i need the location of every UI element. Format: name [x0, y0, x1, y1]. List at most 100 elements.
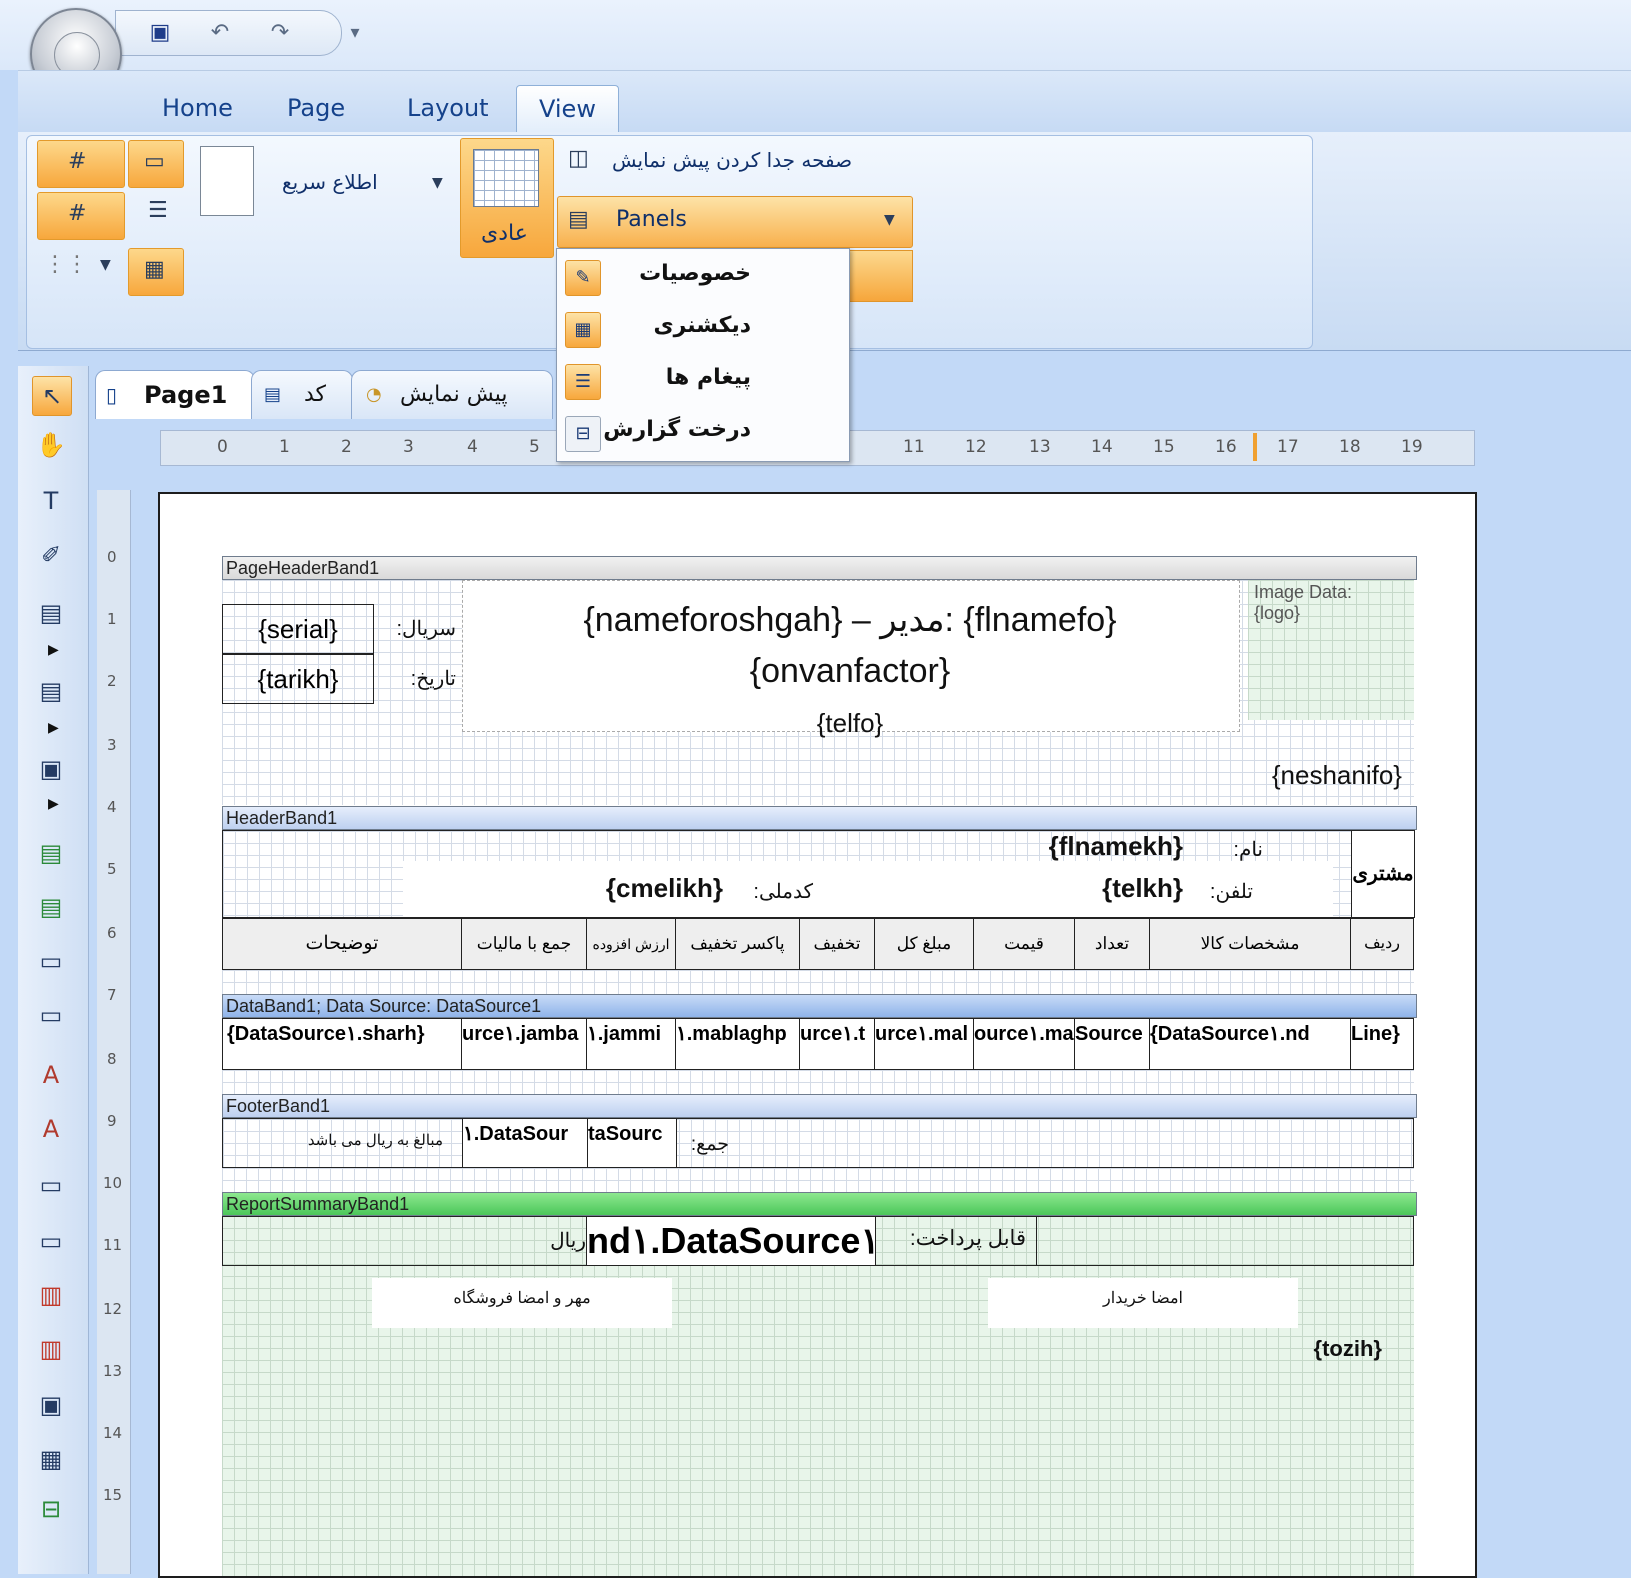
expand-arrow-icon[interactable]: ▶ [48, 796, 59, 812]
tab-home[interactable]: Home [148, 85, 247, 131]
data-cell[interactable]: Line} [1350, 1018, 1414, 1070]
menu-item-messages[interactable]: ☰ پیغام ها [557, 355, 847, 407]
sum-label[interactable]: جمع: [677, 1133, 729, 1156]
data-cell[interactable]: urce١.mal [874, 1018, 974, 1070]
tab-layout[interactable]: Layout [393, 85, 503, 131]
band-tool-icon[interactable]: ▤ [32, 594, 70, 632]
tab-page1[interactable]: ▯ Page1 [95, 370, 255, 419]
customer-national-label[interactable]: کدملی: [723, 879, 813, 904]
payable-value[interactable]: nd١.DataSource١ [586, 1216, 876, 1266]
tab-view[interactable]: View [516, 85, 619, 132]
band-header-data[interactable]: DataBand1; Data Source: DataSource1 [222, 994, 1417, 1018]
panel-icon[interactable]: ▭ [32, 1166, 70, 1204]
column-header[interactable]: قیمت [973, 918, 1075, 970]
data-cell[interactable]: ١.jammi [586, 1018, 676, 1070]
summary-area[interactable]: ریال nd١.DataSource١ قابل پرداخت: مهر و … [222, 1216, 1414, 1576]
column-header[interactable]: مشخصات کالا [1149, 918, 1351, 970]
data-cell[interactable]: ١.mablaghp [675, 1018, 800, 1070]
tree-icon[interactable]: ⊟ [32, 1490, 70, 1528]
dotted-grid-icon[interactable]: ⋮⋮ [44, 254, 88, 276]
quick-info-icon[interactable] [200, 146, 254, 216]
page-band-icon[interactable]: ▭ [32, 942, 70, 980]
pan-tool-icon[interactable]: ✋ [32, 426, 70, 464]
payable-label[interactable]: قابل پرداخت: [876, 1226, 1026, 1251]
data-cell[interactable]: {DataSource١.nd [1149, 1018, 1351, 1070]
store-title[interactable]: {nameforoshgah} – مدیر: {flnamefo} [462, 600, 1238, 640]
group-footer-icon[interactable]: ▥ [32, 1330, 70, 1368]
quick-info-label[interactable]: اطلاع سریع [282, 170, 378, 194]
data-cell[interactable]: urce١.jamba [461, 1018, 587, 1070]
band-header-footer[interactable]: FooterBand1 [222, 1094, 1417, 1118]
logo-image[interactable]: Image Data: {logo} [1248, 580, 1414, 720]
customer-label[interactable]: مشتری [1351, 830, 1415, 918]
expand-arrow-icon[interactable]: ▶ [48, 642, 59, 658]
serial-label[interactable]: سریال: [374, 616, 456, 641]
date-field[interactable]: {tarikh} [222, 654, 374, 704]
undo-icon[interactable]: ↶ [206, 19, 234, 47]
tab-code[interactable]: ▤ کد [251, 370, 353, 419]
page-number-button[interactable]: ▦ [128, 248, 184, 296]
cross-band-tool-icon[interactable]: ▤ [32, 672, 70, 710]
menu-item-report-tree[interactable]: ⊟ درخت گزارش [557, 407, 847, 459]
menu-item-dictionary[interactable]: ▦ دیکشنری [557, 303, 847, 355]
save-icon[interactable]: ▣ [146, 19, 174, 47]
components-tool-icon[interactable]: ▣ [32, 750, 70, 788]
customize-qat-icon[interactable]: ▾ [341, 19, 369, 47]
rich-text-icon[interactable]: A [32, 1110, 70, 1148]
format-painter-icon[interactable]: ✐ [32, 536, 70, 574]
dropdown-arrow-icon[interactable]: ▼ [100, 258, 111, 272]
currency-label[interactable]: ریال [522, 1228, 586, 1253]
order-icon[interactable]: ☰ [148, 200, 168, 222]
column-header[interactable]: تعداد [1074, 918, 1150, 970]
column-header[interactable]: جمع با مالیات [461, 918, 587, 970]
menu-item-properties[interactable]: ✎ خصوصیات [557, 251, 847, 303]
header-band-icon[interactable]: ▤ [32, 834, 70, 872]
container-icon[interactable]: ▭ [32, 1222, 70, 1260]
align-to-grid-button[interactable]: # [37, 192, 125, 240]
tab-page[interactable]: Page [273, 85, 359, 131]
column-header[interactable]: مبلغ کل [874, 918, 974, 970]
serial-field[interactable]: {serial} [222, 604, 374, 654]
data-cell[interactable]: Source [1074, 1018, 1150, 1070]
expand-arrow-icon[interactable]: ▶ [48, 720, 59, 736]
show-headers-button[interactable]: ▭ [128, 140, 184, 188]
sum-field[interactable]: ١.DataSour [462, 1118, 588, 1168]
column-header[interactable]: توضیحات [222, 918, 462, 970]
customer-phone[interactable]: {telkh} [1043, 873, 1183, 904]
book-icon[interactable]: ◫ [568, 148, 589, 170]
band-header-header[interactable]: HeaderBand1 [222, 806, 1417, 830]
data-cell[interactable]: urce١.t [799, 1018, 875, 1070]
text-component-icon[interactable]: A [32, 1056, 70, 1094]
date-label[interactable]: تاریخ: [374, 666, 456, 691]
buyer-sign-label[interactable]: امضا خریدار [988, 1288, 1298, 1308]
pointer-tool-icon[interactable]: ↖ [32, 376, 72, 416]
customer-phone-label[interactable]: تلفن: [1183, 879, 1253, 904]
footer-band-icon[interactable]: ▤ [32, 888, 70, 926]
group-header-icon[interactable]: ▥ [32, 1276, 70, 1314]
data-band-icon[interactable]: ▭ [32, 996, 70, 1034]
column-header[interactable]: ردیف [1350, 918, 1414, 970]
footer-row[interactable]: مبالغ به ریال می باشد ١.DataSour taSourc… [222, 1118, 1414, 1168]
amount-note[interactable]: مبالغ به ریال می باشد [253, 1131, 443, 1149]
ruler-marker[interactable] [1253, 433, 1257, 461]
data-cell[interactable]: ource١.ma [973, 1018, 1075, 1070]
description-field[interactable]: {tozih} [1282, 1336, 1382, 1362]
redo-icon[interactable]: ↷ [266, 19, 294, 47]
shop-sign-label[interactable]: مهر و امضا فروشگاه [372, 1288, 672, 1308]
column-header[interactable]: ارزش افزوده [586, 918, 676, 970]
customer-area[interactable]: {flnamekh} نام: {cmelikh} کدملی: {telkh}… [222, 830, 1415, 918]
data-cell[interactable]: {DataSource١.sharh} [222, 1018, 462, 1070]
normal-view-button[interactable]: عادی [460, 138, 554, 258]
store-address[interactable]: {neshanifo} [1182, 760, 1402, 791]
quick-info-dropdown-icon[interactable]: ▼ [432, 176, 443, 190]
text-tool-icon[interactable]: T [32, 482, 70, 520]
page-header-area[interactable]: {serial} سریال: {tarikh} تاریخ: {namefor… [222, 580, 1414, 805]
table-icon[interactable]: ▦ [32, 1440, 70, 1478]
preview-separate-label[interactable]: صفحه جدا کردن پیش نمایش [612, 148, 852, 172]
customer-name-label[interactable]: نام: [1183, 837, 1263, 862]
panels-dropdown-button[interactable]: ▤ Panels ▼ [557, 196, 913, 248]
customer-name[interactable]: {flnamekh} [1023, 831, 1183, 862]
invoice-title[interactable]: {onvanfactor} [462, 652, 1238, 691]
customer-national-code[interactable]: {cmelikh} [563, 873, 723, 904]
band-header-page[interactable]: PageHeaderBand1 [222, 556, 1417, 580]
